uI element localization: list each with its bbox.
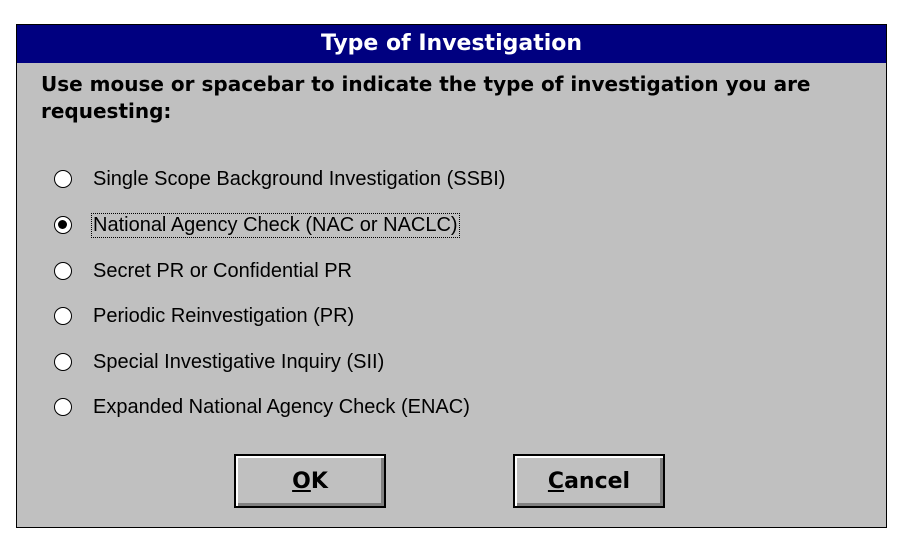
option-label[interactable]: National Agency Check (NAC or NACLC) bbox=[91, 212, 460, 238]
ok-button[interactable]: OK bbox=[234, 454, 386, 508]
investigation-type-dialog: Type of Investigation Use mouse or space… bbox=[16, 24, 887, 528]
option-nac[interactable]: National Agency Check (NAC or NACLC) bbox=[54, 211, 460, 239]
radio-button-icon[interactable] bbox=[54, 398, 72, 416]
radio-button-icon[interactable] bbox=[54, 262, 72, 280]
instructions-text: Use mouse or spacebar to indicate the ty… bbox=[41, 72, 811, 123]
option-periodic-reinvestigation[interactable]: Periodic Reinvestigation (PR) bbox=[54, 302, 355, 330]
radio-button-icon[interactable] bbox=[54, 353, 72, 371]
ok-mnemonic: O bbox=[292, 468, 311, 494]
option-label[interactable]: Single Scope Background Investigation (S… bbox=[92, 168, 506, 191]
option-ssbi[interactable]: Single Scope Background Investigation (S… bbox=[54, 165, 506, 193]
option-label[interactable]: Expanded National Agency Check (ENAC) bbox=[92, 396, 471, 419]
option-secret-pr[interactable]: Secret PR or Confidential PR bbox=[54, 257, 353, 285]
cancel-label-rest: ancel bbox=[564, 468, 631, 494]
cancel-button[interactable]: Cancel bbox=[513, 454, 665, 508]
dialog-title: Type of Investigation bbox=[17, 25, 886, 63]
radio-button-selected-icon[interactable] bbox=[54, 216, 72, 234]
ok-label-rest: K bbox=[310, 468, 328, 494]
option-label[interactable]: Special Investigative Inquiry (SII) bbox=[92, 351, 385, 374]
option-enac[interactable]: Expanded National Agency Check (ENAC) bbox=[54, 393, 471, 421]
option-label[interactable]: Secret PR or Confidential PR bbox=[92, 260, 353, 283]
radio-button-icon[interactable] bbox=[54, 170, 72, 188]
option-label[interactable]: Periodic Reinvestigation (PR) bbox=[92, 305, 355, 328]
cancel-mnemonic: C bbox=[547, 468, 565, 494]
radio-button-icon[interactable] bbox=[54, 307, 72, 325]
option-sii[interactable]: Special Investigative Inquiry (SII) bbox=[54, 348, 385, 376]
